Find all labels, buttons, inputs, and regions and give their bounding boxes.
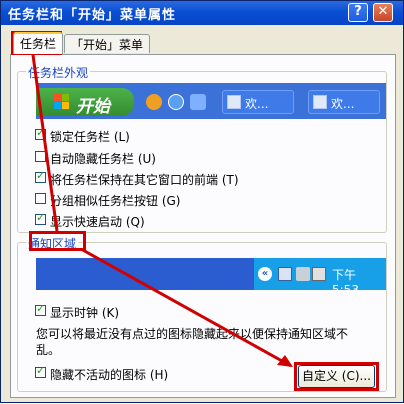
title-bar[interactable]: 任务栏和「开始」菜单属性 ? ✕	[1, 1, 403, 25]
media-player-icon	[146, 94, 162, 110]
hide-inactive-label: 隐藏不活动的图标 (H)	[50, 368, 169, 382]
notification-hint: 您可以将最近没有点过的图标隐藏起来以便保持通知区域不乱。	[36, 327, 349, 357]
volume-icon	[296, 267, 310, 281]
lock-taskbar-label: 锁定任务栏 (L)	[50, 130, 130, 144]
window-icon	[313, 95, 327, 109]
show-hidden-icons-icon: «	[258, 267, 272, 281]
close-button[interactable]: ✕	[373, 3, 393, 22]
tray-clock: 下午 5:53	[332, 268, 359, 290]
start-label: 开始	[76, 97, 110, 117]
windows-logo-icon	[54, 94, 69, 109]
autohide-label: 自动隐藏任务栏 (U)	[50, 152, 156, 166]
printer-icon	[312, 267, 326, 281]
show-clock-checkbox[interactable]	[35, 302, 46, 316]
notification-preview: « 下午 5:53	[36, 258, 386, 290]
keep-on-top-checkbox[interactable]	[35, 169, 46, 183]
internet-explorer-icon	[168, 94, 184, 110]
keep-on-top-label: 将任务栏保持在其它窗口的前端 (T)	[50, 173, 239, 187]
lock-taskbar-checkbox[interactable]	[35, 126, 46, 140]
help-button[interactable]: ?	[348, 3, 368, 22]
show-clock-label: 显示时钟 (K)	[50, 306, 120, 320]
start-button-preview: 开始	[36, 88, 134, 117]
window-icon	[227, 95, 241, 109]
hide-inactive-checkbox[interactable]	[35, 364, 46, 378]
taskbar-item: 欢...	[222, 90, 294, 114]
window-title: 任务栏和「开始」菜单属性	[8, 8, 177, 23]
autohide-checkbox[interactable]	[35, 151, 46, 162]
quick-launch-label: 显示快速启动 (Q)	[50, 215, 145, 229]
system-tray: « 下午 5:53	[254, 258, 386, 290]
group-buttons-checkbox[interactable]	[35, 193, 46, 204]
group-label-appearance: 任务栏外观	[26, 64, 91, 81]
tab-taskbar[interactable]: 任务栏	[13, 32, 63, 54]
group-buttons-label: 分组相似任务栏按钮 (G)	[50, 194, 181, 208]
taskbar-item: 欢...	[308, 90, 380, 114]
taskbar-preview: 开始 欢... 欢...	[36, 83, 386, 119]
network-icon	[278, 267, 292, 281]
group-label-notification: 通知区域	[26, 235, 79, 252]
taskbar-properties-dialog: 任务栏和「开始」菜单属性 ? ✕ 任务栏 「开始」菜单 任务栏外观 开始 欢..…	[0, 0, 404, 403]
taskbar-item-label: 欢...	[245, 97, 269, 111]
desktop-icon	[190, 94, 206, 110]
quick-launch-checkbox[interactable]	[35, 211, 46, 225]
customize-button[interactable]: 自定义 (C)...	[298, 365, 375, 388]
tab-start-menu[interactable]: 「开始」菜单	[64, 34, 150, 53]
taskbar-item-label: 欢...	[331, 97, 355, 111]
